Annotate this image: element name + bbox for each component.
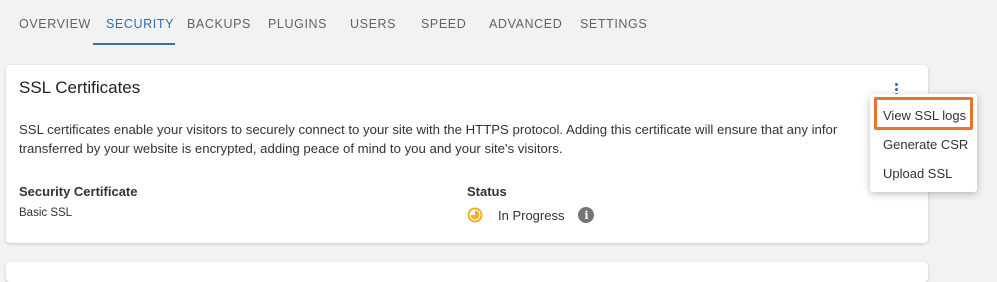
description-line-1: SSL certificates enable your visitors to… <box>19 122 838 137</box>
in-progress-icon <box>467 207 483 223</box>
card-title: SSL Certificates <box>19 78 141 97</box>
site-tabs: OVERVIEW SECURITY BACKUPS PLUGINS USERS … <box>0 0 997 46</box>
status-text: In Progress <box>498 207 565 223</box>
status-value: In Progress i <box>467 206 595 224</box>
tab-users[interactable]: USERS <box>350 17 396 31</box>
description-line-2: transferred by your website is encrypted… <box>19 141 563 156</box>
status-label: Status <box>467 184 507 199</box>
highlight-box <box>874 97 973 130</box>
tab-plugins[interactable]: PLUGINS <box>268 17 327 31</box>
tab-overview[interactable]: OVERVIEW <box>19 17 91 31</box>
tab-settings[interactable]: SETTINGS <box>580 17 647 31</box>
security-certificate-label: Security Certificate <box>19 184 138 199</box>
menu-item-upload-ssl[interactable]: Upload SSL <box>883 166 952 181</box>
tab-security[interactable]: SECURITY <box>106 17 174 31</box>
tab-backups[interactable]: BACKUPS <box>187 17 251 31</box>
next-card <box>6 262 928 282</box>
tab-advanced[interactable]: ADVANCED <box>489 17 562 31</box>
active-tab-indicator <box>93 43 175 45</box>
card-description: SSL certificates enable your visitors to… <box>19 120 879 158</box>
info-icon[interactable]: i <box>578 207 595 223</box>
security-certificate-value: Basic SSL <box>19 207 73 219</box>
tab-speed[interactable]: SPEED <box>421 17 466 31</box>
menu-item-generate-csr[interactable]: Generate CSR <box>883 137 968 152</box>
ssl-certificates-card: SSL Certificates SSL certificates enable… <box>6 65 928 243</box>
